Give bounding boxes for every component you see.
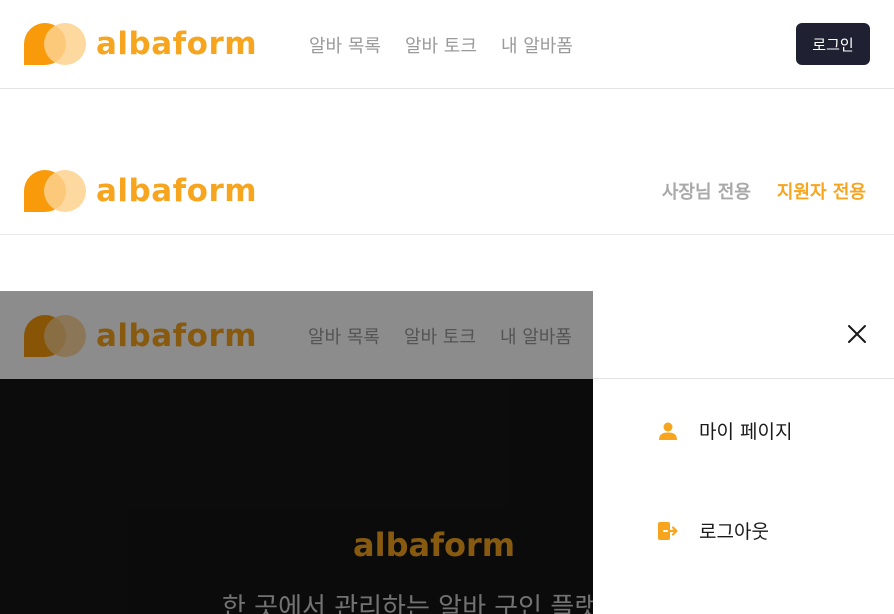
albaform-logo[interactable]: albaform — [24, 170, 257, 212]
drawer-item-label: 로그아웃 — [699, 521, 769, 543]
user-icon — [657, 420, 679, 442]
drawer-header — [593, 291, 894, 379]
side-drawer: 마이 페이지 로그아웃 — [593, 291, 894, 614]
logout-icon — [657, 520, 679, 542]
albaform-logo[interactable]: albaform — [24, 23, 257, 65]
nav-item-alba-talk[interactable]: 알바 토크 — [405, 32, 477, 58]
drawer-view: albaform 알바 목록 알바 토크 내 알바폼 albaform 한 곳에… — [0, 291, 894, 614]
dim-overlay[interactable] — [0, 291, 593, 614]
drawer-item-logout[interactable]: 로그아웃 — [657, 517, 769, 544]
role-tabs: 사장님 전용 지원자 전용 — [662, 178, 866, 204]
role-header: albaform 사장님 전용 지원자 전용 — [0, 146, 894, 235]
tab-applicant[interactable]: 지원자 전용 — [777, 178, 866, 204]
drawer-item-mypage[interactable]: 마이 페이지 — [657, 417, 792, 444]
nav-item-my-albaform[interactable]: 내 알바폼 — [501, 32, 573, 58]
tab-owner[interactable]: 사장님 전용 — [662, 178, 751, 204]
logo-mark-icon — [24, 170, 86, 212]
main-nav: 알바 목록 알바 토크 내 알바폼 — [309, 32, 573, 58]
close-icon[interactable] — [846, 323, 868, 345]
logo-text: albaform — [96, 26, 258, 62]
main-header: albaform 알바 목록 알바 토크 내 알바폼 로그인 — [0, 0, 894, 89]
drawer-item-label: 마이 페이지 — [699, 421, 793, 443]
login-button[interactable]: 로그인 — [796, 23, 870, 65]
logo-mark-icon — [24, 23, 86, 65]
logo-text: albaform — [96, 173, 258, 209]
nav-item-alba-list[interactable]: 알바 목록 — [309, 32, 381, 58]
